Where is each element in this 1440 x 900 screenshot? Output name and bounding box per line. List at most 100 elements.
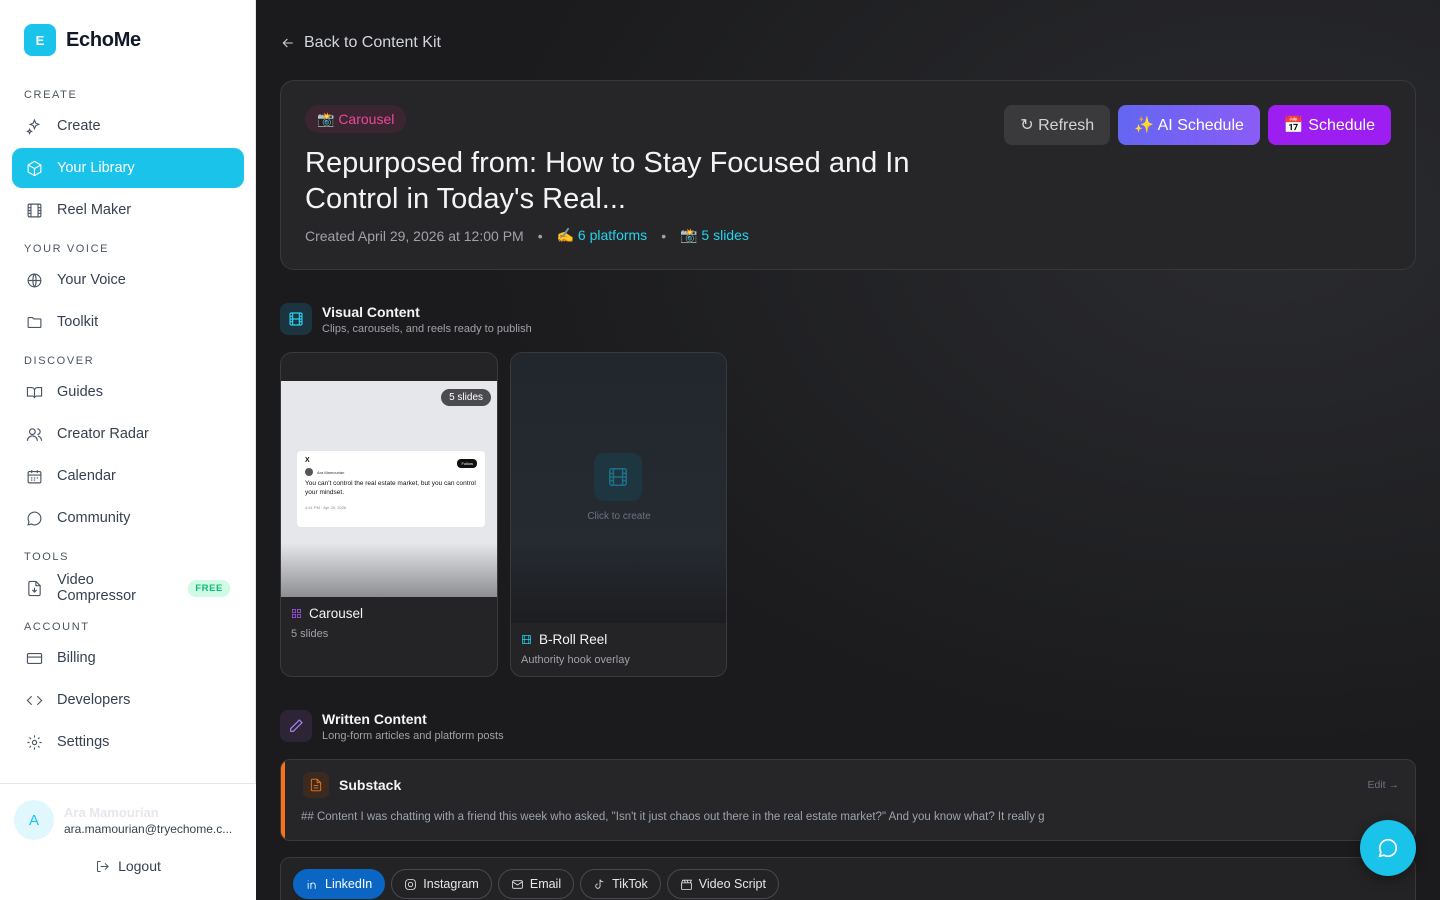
credit-card-icon (26, 652, 43, 664)
written-content-header: Written Content Long-form articles and p… (280, 710, 504, 742)
calendar-icon (27, 469, 42, 483)
free-badge: FREE (188, 579, 230, 597)
visual-content-header: Visual Content Clips, carousels, and ree… (280, 303, 532, 335)
reel-icon-box (594, 453, 642, 501)
tab-label: Instagram (423, 877, 479, 891)
sidebar-item-community[interactable]: Community (12, 498, 244, 538)
tab-instagram[interactable]: Instagram (391, 869, 492, 899)
carousel-card[interactable]: 5 slides X Follow Ara Mamourian You can'… (280, 352, 498, 677)
substack-card[interactable]: Substack Edit → ## Content I was chattin… (280, 759, 1416, 841)
slides-link[interactable]: 📸 5 slides (680, 227, 749, 244)
nav-section-create: CREATE (24, 89, 78, 101)
sidebar-item-settings[interactable]: Settings (12, 722, 244, 762)
tab-email[interactable]: Email (497, 869, 575, 899)
user-email: ara.mamourian@tryechome.c... (64, 821, 233, 836)
nav-section-account: ACCOUNT (24, 621, 90, 633)
visual-section-icon-box (280, 303, 312, 335)
sidebar-item-label: Toolkit (57, 314, 99, 330)
sidebar: E EchoMe CREATE Create Your Library Reel… (0, 0, 256, 900)
created-date: Created April 29, 2026 at 12:00 PM (305, 227, 524, 244)
tab-video-script[interactable]: Video Script (666, 869, 779, 899)
sidebar-item-label: Community (57, 510, 131, 526)
substack-preview: ## Content I was chatting with a friend … (301, 811, 1045, 823)
content-header-card: 📸 Carousel Repurposed from: How to Stay … (280, 80, 1416, 270)
reel-thumbnail: Click to create (511, 353, 726, 623)
tab-label: LinkedIn (325, 877, 373, 891)
x-logo-text: X (305, 457, 310, 464)
sidebar-item-label: Reel Maker (57, 202, 132, 218)
brand[interactable]: E EchoMe (24, 24, 141, 56)
slides-count-pill: 5 slides (441, 389, 491, 406)
book-icon (26, 386, 43, 398)
logout-icon (97, 860, 109, 872)
carousel-name: Carousel (309, 606, 364, 621)
carousel-thumbnail: 5 slides X Follow Ara Mamourian You can'… (281, 381, 497, 597)
broll-reel-card[interactable]: Click to create B-Roll Reel Authority ho… (510, 352, 727, 677)
platforms-link[interactable]: ✍️ 6 platforms (557, 227, 648, 244)
user-profile[interactable]: A Ara Mamourian ara.mamourian@tryechome.… (14, 800, 232, 840)
chat-bubble-icon (27, 511, 42, 526)
sidebar-item-label: Create (57, 118, 101, 134)
sidebar-item-toolkit[interactable]: Toolkit (12, 302, 244, 342)
meta-row: Created April 29, 2026 at 12:00 PM • ✍️ … (305, 227, 749, 244)
avatar: A (14, 800, 54, 840)
meta-separator: • (661, 227, 667, 244)
sidebar-item-label: Your Voice (57, 272, 126, 288)
tab-linkedin[interactable]: LinkedIn (293, 869, 386, 899)
doc-icon-box (303, 772, 329, 798)
edit-link[interactable]: Edit → (1367, 779, 1399, 791)
sidebar-item-reel-maker[interactable]: Reel Maker (12, 190, 244, 230)
visual-content-subtitle: Clips, carousels, and reels ready to pub… (322, 322, 532, 335)
written-section-icon-box (280, 710, 312, 742)
film-icon (27, 203, 42, 217)
sidebar-item-creator-radar[interactable]: Creator Radar (12, 414, 244, 454)
logout-button[interactable]: Logout (0, 858, 256, 874)
tab-tiktok[interactable]: TikTok (580, 869, 661, 899)
sidebar-footer: A Ara Mamourian ara.mamourian@tryechome.… (0, 783, 256, 900)
sidebar-item-label: Creator Radar (57, 426, 149, 442)
sidebar-item-developers[interactable]: Developers (12, 680, 244, 720)
instagram-icon (405, 878, 417, 890)
written-content-title: Written Content (322, 710, 427, 727)
sidebar-item-billing[interactable]: Billing (12, 638, 244, 678)
ai-schedule-button[interactable]: ✨ AI Schedule (1118, 105, 1260, 145)
refresh-button[interactable]: ↻ Refresh (1004, 105, 1111, 145)
sparkles-icon (26, 118, 41, 135)
tab-label: Email (529, 877, 562, 891)
chat-button[interactable] (1360, 820, 1416, 876)
sidebar-nav: CREATE Create Your Library Reel Maker YO… (12, 84, 244, 764)
main-content: Back to Content Kit 📸 Carousel Repurpose… (256, 0, 1440, 900)
arrow-left-icon (282, 38, 293, 48)
tweet-author-row: Ara Mamourian (305, 468, 477, 476)
film-icon (289, 312, 303, 326)
sidebar-item-label: Guides (57, 384, 103, 400)
tweet-preview: X Follow Ara Mamourian You can't control… (297, 451, 485, 527)
sidebar-item-library[interactable]: Your Library (12, 148, 244, 188)
carousel-card-title: Carousel (291, 606, 363, 621)
folder-icon (27, 316, 42, 328)
meta-separator: • (537, 227, 543, 244)
document-icon (310, 778, 322, 792)
tab-label: TikTok (612, 877, 648, 891)
accent-bar (281, 760, 285, 840)
sidebar-item-label: Settings (57, 734, 110, 750)
file-download-icon (28, 580, 41, 596)
page-title: Repurposed from: How to Stay Focused and… (305, 147, 910, 215)
reel-card-title: B-Roll Reel (521, 632, 607, 647)
tweet-author: Ara Mamourian (317, 469, 345, 475)
schedule-button[interactable]: 📅 Schedule (1267, 105, 1391, 145)
sidebar-item-video-compressor[interactable]: Video Compressor FREE (12, 568, 244, 608)
type-pill: 📸 Carousel (305, 105, 407, 133)
film-icon (609, 468, 627, 486)
sidebar-item-calendar[interactable]: Calendar (12, 456, 244, 496)
sidebar-item-your-voice[interactable]: Your Voice (12, 260, 244, 300)
sidebar-item-create[interactable]: Create (12, 106, 244, 146)
pencil-icon (290, 719, 303, 732)
brand-logo: E (24, 24, 56, 56)
reel-sub: Authority hook overlay (521, 654, 630, 666)
sidebar-item-label: Calendar (57, 468, 116, 484)
logout-label: Logout (118, 858, 161, 874)
back-link[interactable]: Back to Content Kit (280, 34, 441, 52)
sidebar-item-guides[interactable]: Guides (12, 372, 244, 412)
tweet-text: You can't control the real estate market… (305, 480, 476, 496)
